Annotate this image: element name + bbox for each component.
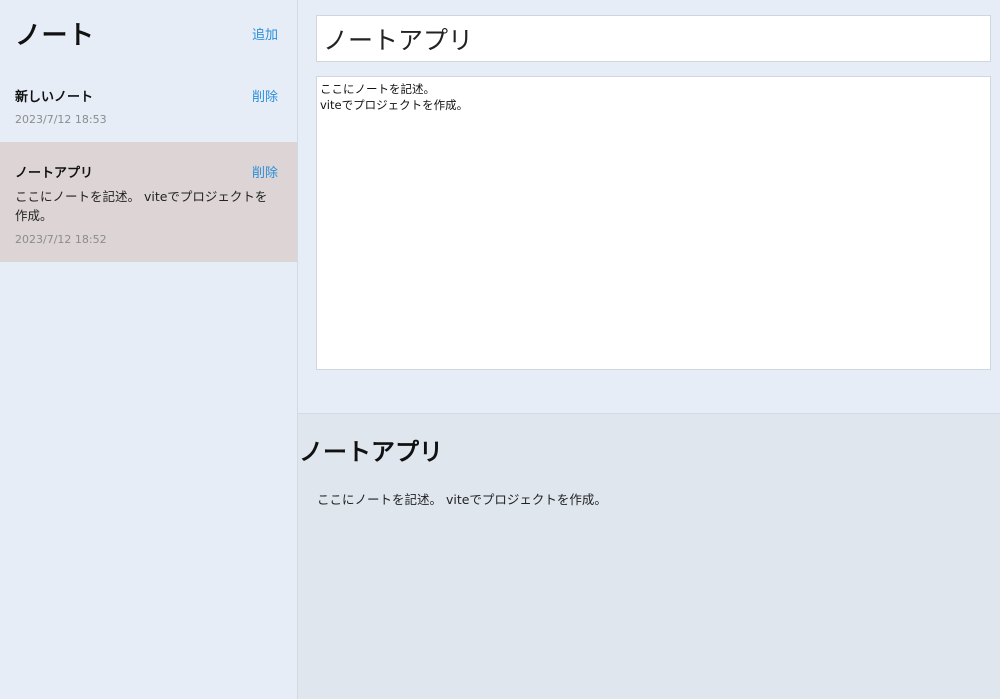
- note-list-item[interactable]: 新しいノート 削除 2023/7/12 18:53: [0, 66, 297, 142]
- note-item-title: ノートアプリ: [15, 166, 94, 181]
- note-list-item-active[interactable]: ノートアプリ 削除 ここにノートを記述。 viteでプロジェクトを作成。 202…: [0, 142, 297, 262]
- preview-title: ノートアプリ: [299, 438, 443, 466]
- add-note-button[interactable]: 追加: [252, 24, 278, 43]
- note-editor: ここにノートを記述。 viteでプロジェクトを作成。: [298, 0, 1000, 414]
- delete-note-button[interactable]: 削除: [252, 86, 278, 105]
- note-list: 新しいノート 削除 2023/7/12 18:53 ノートアプリ 削除 ここにノ…: [0, 66, 297, 262]
- note-item-header: ノートアプリ 削除: [15, 162, 278, 181]
- sidebar-header: ノート 追加: [0, 0, 297, 66]
- sidebar: ノート 追加 新しいノート 削除 2023/7/12 18:53 ノートアプリ …: [0, 0, 298, 699]
- note-body-textarea[interactable]: ここにノートを記述。 viteでプロジェクトを作成。: [316, 76, 991, 370]
- delete-note-button[interactable]: 削除: [252, 162, 278, 181]
- note-item-date: 2023/7/12 18:52: [15, 233, 107, 246]
- note-item-date: 2023/7/12 18:53: [15, 113, 107, 126]
- note-preview: ノートアプリ ここにノートを記述。 viteでプロジェクトを作成。: [298, 414, 1000, 699]
- note-item-excerpt: ここにノートを記述。 viteでプロジェクトを作成。: [15, 189, 268, 223]
- preview-body: ここにノートを記述。 viteでプロジェクトを作成。: [317, 492, 607, 507]
- note-item-title: 新しいノート: [15, 90, 94, 105]
- note-title-input[interactable]: [316, 15, 991, 62]
- notes-app: ノート 追加 新しいノート 削除 2023/7/12 18:53 ノートアプリ …: [0, 0, 1000, 699]
- main-panel: ここにノートを記述。 viteでプロジェクトを作成。 ノートアプリ ここにノート…: [298, 0, 1000, 699]
- note-item-header: 新しいノート 削除: [15, 86, 278, 105]
- sidebar-title: ノート: [15, 20, 95, 51]
